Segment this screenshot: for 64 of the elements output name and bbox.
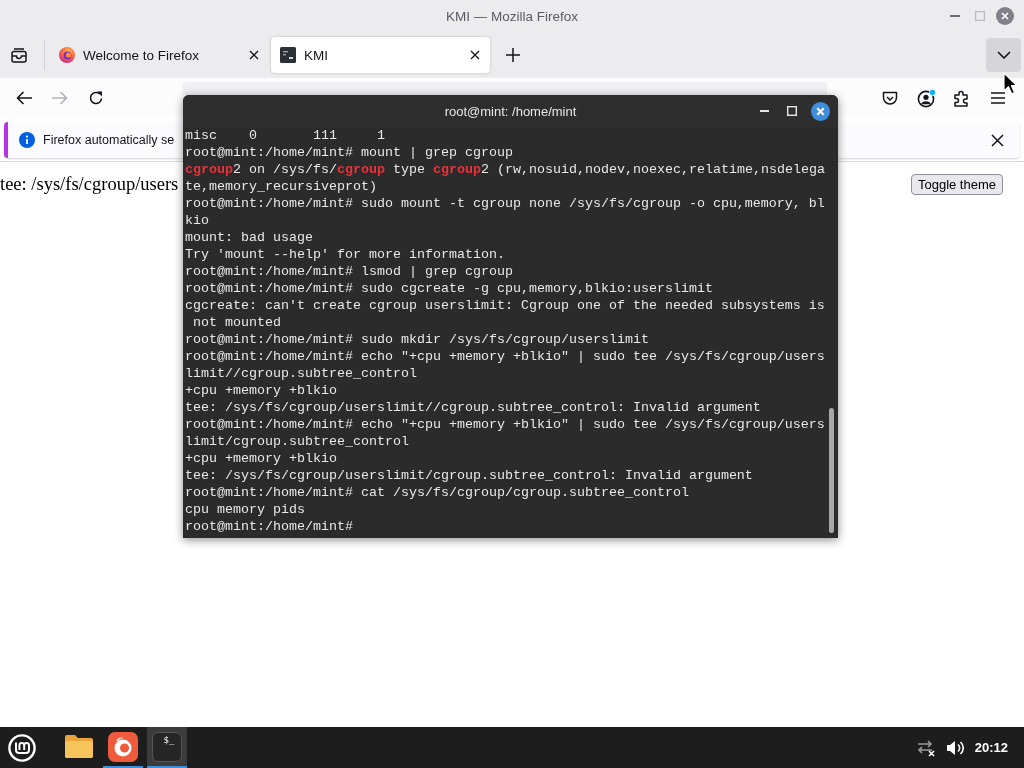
browser-logo-icon <box>59 47 75 63</box>
minimize-icon <box>759 110 769 112</box>
terminal-line: Try 'mount --help' for more information. <box>185 246 505 263</box>
chevron-down-icon <box>996 51 1011 59</box>
terminal-title: root@mint: /home/mint <box>444 103 577 119</box>
close-icon <box>249 50 259 60</box>
notification-text: Firefox automatically se <box>43 133 175 147</box>
tab[interactable]: Welcome to Firefox <box>50 37 269 73</box>
terminal-line: limit//cgroup.subtree_control <box>185 365 417 382</box>
terminal-line: mount: bad usage <box>185 229 313 246</box>
page-text: tee: /sys/fs/cgroup/users <box>0 173 179 195</box>
close-button[interactable] <box>996 7 1014 25</box>
account-icon <box>916 88 936 108</box>
terminal-line: cgcreate: can't create cgroup userslimit: Cgroup one of the needed subsystems is <box>185 297 825 314</box>
terminal-line: cgroup2 on /sys/fs/cgroup type cgroup2 (rw,nosuid,nodev,noexec,relatime,nsdelega <box>185 161 825 178</box>
browser-logo-icon <box>108 731 138 762</box>
close-icon <box>990 133 1004 147</box>
close-icon <box>470 50 480 60</box>
close-icon <box>996 7 1014 25</box>
terminal-line: root@mint:/home/mint# mount | grep cgroup <box>185 144 513 161</box>
terminal-line: misc 0 111 1 <box>185 127 385 144</box>
terminal-line: root@mint:/home/mint# sudo mount -t cgroup none /sys/fs/cgroup -o cpu,memory, bl <box>185 195 825 212</box>
tab-list-button[interactable] <box>986 38 1021 72</box>
site-favicon-icon <box>280 47 296 63</box>
back-arrow-icon <box>16 91 32 105</box>
terminal-line: root@mint:/home/mint# <box>185 518 353 535</box>
terminal-line: te,memory_recursiveprot) <box>185 178 377 195</box>
terminal-line: +cpu +memory +blkio <box>185 382 337 399</box>
terminal-line: not mounted <box>192 314 281 331</box>
pocket-icon <box>882 90 898 106</box>
terminal-line: root@mint:/home/mint# echo "+cpu +memory +blkio" | sudo tee /sys/fs/cgroup/users <box>185 348 825 365</box>
info-icon <box>19 132 35 148</box>
tray-icon <box>11 47 27 63</box>
terminal-line: +cpu +memory +blkio <box>185 450 337 467</box>
toggle-theme-button[interactable]: Toggle theme <box>910 174 1003 195</box>
terminal-line: cpu memory pids <box>185 501 305 518</box>
plus-icon <box>506 48 520 62</box>
close-icon <box>810 101 830 121</box>
terminal-launcher[interactable]: $_ <box>147 727 187 768</box>
terminal-line: root@mint:/home/mint# echo "+cpu +memory +blkio" | sudo tee /sys/fs/cgroup/users <box>185 416 825 433</box>
maximize-icon <box>787 106 797 116</box>
menu-icon <box>991 92 1005 104</box>
puzzle-icon <box>954 89 970 107</box>
terminal-app-icon: $_ <box>152 731 182 762</box>
terminal-line: tee: /sys/fs/cgroup/userslimit//cgroup.subtree_control: Invalid argument <box>185 399 761 416</box>
minimize-icon <box>950 15 960 17</box>
address-field[interactable] <box>182 82 827 95</box>
network-disconnected-icon[interactable] <box>915 738 936 757</box>
window-title: KMI — Mozilla Firefox <box>446 8 578 24</box>
clock[interactable]: 20:12 <box>974 740 1008 755</box>
folder-icon <box>64 734 94 759</box>
volume-icon[interactable] <box>946 739 964 756</box>
reload-icon <box>88 90 104 106</box>
terminal-line: limit/cgroup.subtree_control <box>185 433 409 450</box>
scrollbar-thumb[interactable] <box>829 408 834 533</box>
terminal-line: root@mint:/home/mint# sudo cgcreate -g cpu,memory,blkio:userslimit <box>185 280 713 297</box>
round-logo-icon <box>8 733 36 762</box>
tab[interactable]: KMI <box>271 37 490 73</box>
terminal-line: root@mint:/home/mint# lsmod | grep cgroup <box>185 263 513 280</box>
terminal-line: root@mint:/home/mint# sudo mkdir /sys/fs/cgroup/userslimit <box>185 331 649 348</box>
terminal-line: kio <box>185 212 209 229</box>
terminal-line: tee: /sys/fs/cgroup/userslimit/cgroup.subtree_control: Invalid argument <box>185 467 753 484</box>
terminal-line: root@mint:/home/mint# cat /sys/fs/cgroup/cgroup.subtree_control <box>185 484 689 501</box>
terminal-close-button[interactable] <box>810 101 830 121</box>
